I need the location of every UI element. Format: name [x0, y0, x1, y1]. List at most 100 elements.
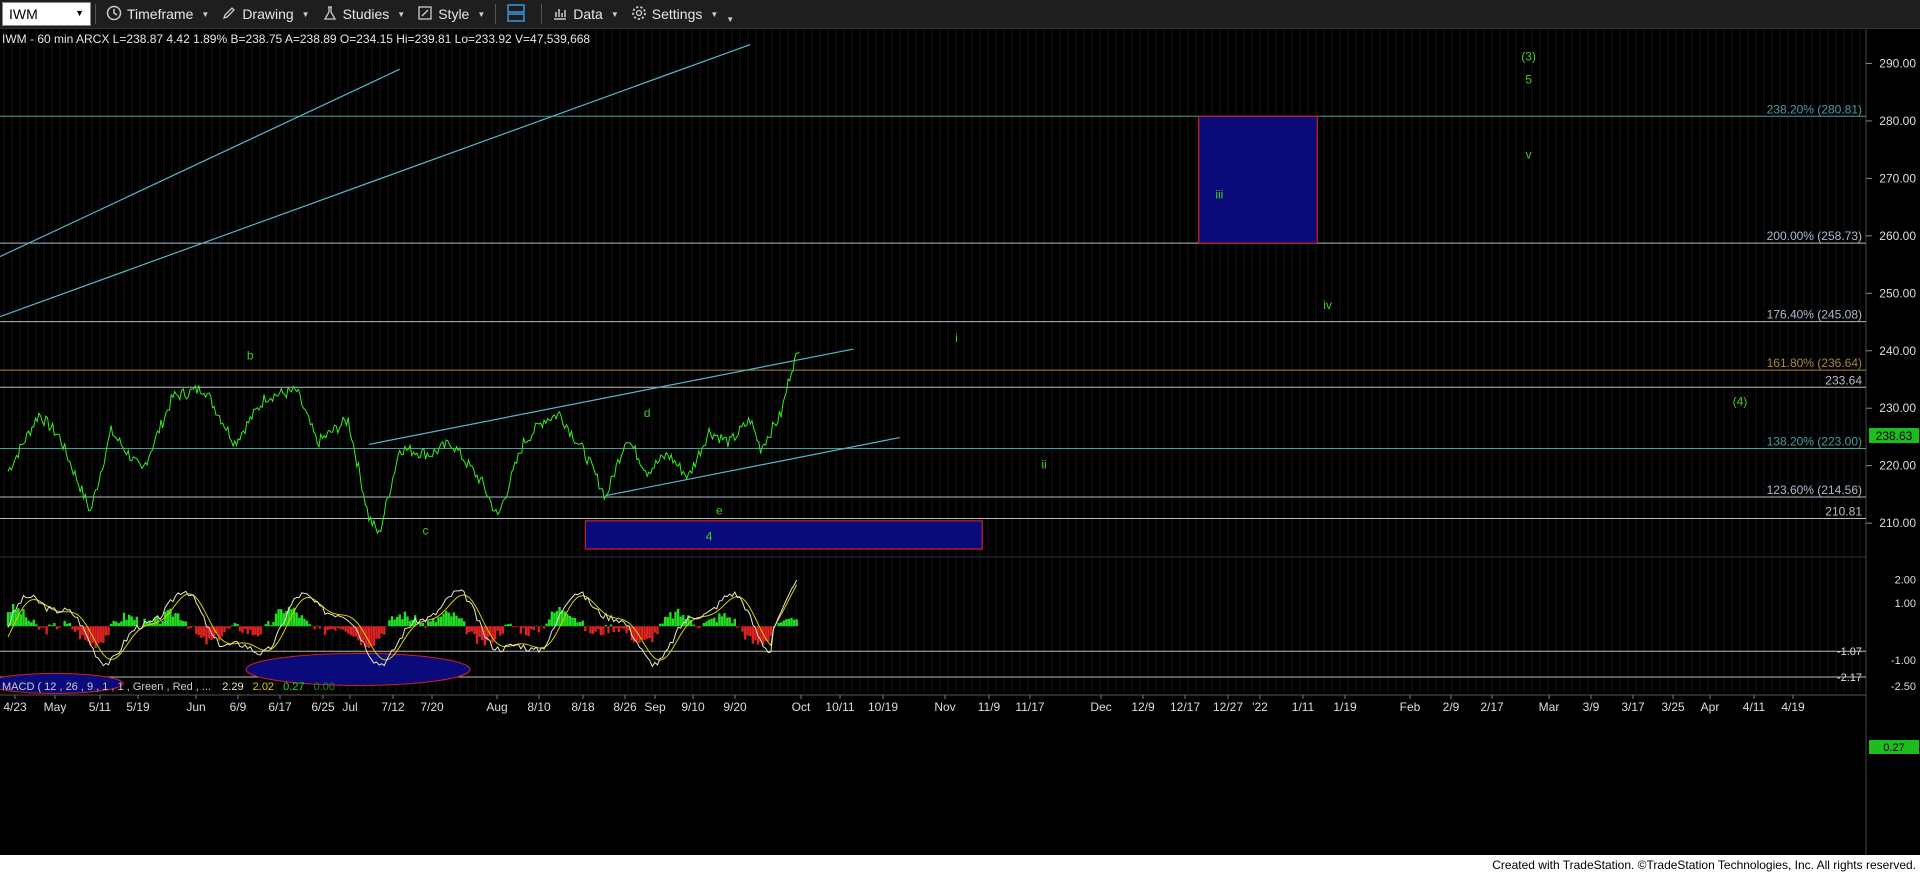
wave-label: 4 — [706, 529, 713, 543]
fib-level-label: 210.81 — [1825, 504, 1862, 518]
macd-axis-label: 2.00 — [1895, 575, 1916, 587]
date-axis-label: 2/17 — [1480, 700, 1504, 714]
footer: Created with TradeStation. ©TradeStation… — [0, 855, 1920, 876]
date-axis-label: 10/19 — [868, 700, 898, 714]
date-axis-label: 4/19 — [1781, 700, 1805, 714]
date-axis-label: Nov — [934, 700, 955, 714]
chevron-down-icon: ▼ — [201, 9, 210, 19]
price-axis-label: 240.00 — [1879, 344, 1916, 358]
wave-label: iii — [1215, 188, 1223, 202]
macd-axis-label: -2.17 — [1837, 672, 1862, 684]
wave-label: c — [423, 524, 429, 538]
price-axis-label: 270.00 — [1879, 171, 1916, 185]
wave-label: d — [644, 406, 651, 420]
fib-level-label: 176.40% (245.08) — [1767, 308, 1862, 322]
date-axis-label: 3/9 — [1583, 700, 1600, 714]
wave-label: v — [1526, 147, 1532, 161]
date-axis-label: Apr — [1701, 700, 1720, 714]
fib-level-label: 161.80% (236.64) — [1767, 356, 1862, 370]
date-axis-label: 4/11 — [1743, 700, 1766, 714]
date-axis-label: 7/12 — [381, 700, 405, 714]
toolbar-separator — [495, 4, 497, 24]
drawing-label: Drawing — [242, 6, 294, 22]
date-axis-label: 9/20 — [723, 700, 747, 714]
toolbar-separator — [541, 4, 543, 24]
price-axis-label: 250.00 — [1879, 286, 1916, 300]
macd-value-macd: 2.29 — [222, 681, 243, 693]
wave-label: b — [247, 348, 254, 362]
wave-label: e — [716, 504, 723, 518]
studies-icon — [322, 5, 338, 24]
date-axis-label: 1/11 — [1292, 700, 1315, 714]
date-axis-label: 5/19 — [126, 700, 150, 714]
macd-axis-label: -1.00 — [1891, 655, 1916, 667]
date-axis-label: May — [44, 700, 67, 714]
macd-axis-label: 1.00 — [1895, 598, 1916, 610]
date-axis-label: Aug — [486, 700, 507, 714]
date-axis-label: Feb — [1400, 700, 1421, 714]
trend-channels — [0, 43, 900, 497]
date-axis-label: 12/17 — [1170, 700, 1200, 714]
chevron-down-icon[interactable]: ▼ — [75, 8, 84, 18]
wave-label: ii — [1041, 458, 1046, 472]
chevron-down-icon: ▼ — [397, 9, 406, 19]
style-icon — [417, 5, 433, 24]
macd-header-prefix: MACD ( 12 , 26 , 9 , 1 , 1 , Green , Red… — [2, 681, 211, 693]
chart-area[interactable]: 238.20% (280.81) 200.00% (258.73) 176.40% … — [0, 29, 1920, 855]
date-axis-label: 6/25 — [311, 700, 335, 714]
price-axis-label: 290.00 — [1879, 56, 1916, 70]
chevron-down-icon: ▼ — [477, 9, 486, 19]
wave-label: (4) — [1733, 394, 1748, 408]
target-boxes — [584, 115, 1318, 550]
date-axis-label: 11/17 — [1015, 700, 1044, 714]
fib-level-label: 200.00% (258.73) — [1767, 229, 1862, 243]
wave-label: iv — [1323, 298, 1332, 312]
date-axis-label: Jul — [342, 700, 357, 714]
date-axis-label: 3/17 — [1621, 700, 1645, 714]
layout-icon — [506, 3, 526, 26]
grid — [0, 29, 1867, 855]
drawing-menu[interactable]: Drawing ▼ — [215, 0, 315, 29]
pencil-icon — [221, 5, 237, 24]
macd-axis-label: -2.50 — [1891, 681, 1916, 693]
date-axis-label: Oct — [792, 700, 811, 714]
macd-axis-label: -1.07 — [1837, 646, 1862, 658]
date-axis-label: Mar — [1539, 700, 1560, 714]
wave-4-support-box — [584, 520, 983, 550]
date-axis-label: 2/9 — [1443, 700, 1460, 714]
toolbar: IWM ▼ Timeframe ▼ Drawing ▼ Studies ▼ St… — [0, 0, 1920, 29]
trend-channel-line — [368, 348, 854, 446]
date-axis-label: 10/11 — [825, 700, 854, 714]
date-axis-label: 3/25 — [1661, 700, 1685, 714]
style-label: Style — [438, 6, 470, 22]
layout-button[interactable] — [500, 0, 537, 29]
overflow-icon[interactable]: ▼ — [726, 15, 734, 24]
date-axis-label: 8/26 — [613, 700, 637, 714]
date-axis-label: Sep — [644, 700, 666, 714]
settings-menu[interactable]: Settings ▼ ▼ — [625, 0, 740, 29]
macd-header: MACD ( 12 , 26 , 9 , 1 , 1 , Green , Red… — [2, 681, 335, 693]
data-label: Data — [573, 6, 603, 22]
date-axis-label: 9/10 — [681, 700, 705, 714]
date-axis-label: 5/11 — [89, 700, 112, 714]
wave-labels: (3) 5 v iii iv i b (4) d ii e c 4 — [247, 50, 1747, 544]
settings-label: Settings — [651, 6, 703, 22]
timeframe-label: Timeframe — [127, 6, 194, 22]
macd-value-avg: 2.02 — [253, 681, 274, 693]
data-menu[interactable]: Data ▼ — [546, 0, 625, 29]
studies-menu[interactable]: Studies ▼ — [316, 0, 412, 29]
gear-icon — [631, 5, 647, 24]
price-header: IWM - 60 min ARCX L=238.87 4.42 1.89% B=… — [2, 32, 590, 46]
price-axis-label: 230.00 — [1879, 401, 1916, 415]
date-axis-label: 6/9 — [230, 700, 247, 714]
studies-label: Studies — [342, 6, 390, 22]
date-axis-label: 4/23 — [3, 700, 27, 714]
symbol-input[interactable]: IWM ▼ — [2, 2, 91, 26]
style-menu[interactable]: Style ▼ — [411, 0, 491, 29]
date-axis-label: Jun — [186, 700, 205, 714]
date-axis-label: 8/10 — [527, 700, 551, 714]
timeframe-menu[interactable]: Timeframe ▼ — [100, 0, 215, 29]
fib-level-label: 238.20% (280.81) — [1767, 102, 1862, 116]
fib-level-label: 233.64 — [1825, 373, 1862, 387]
chart-canvas[interactable]: 238.20% (280.81) 200.00% (258.73) 176.40% … — [0, 29, 1920, 855]
